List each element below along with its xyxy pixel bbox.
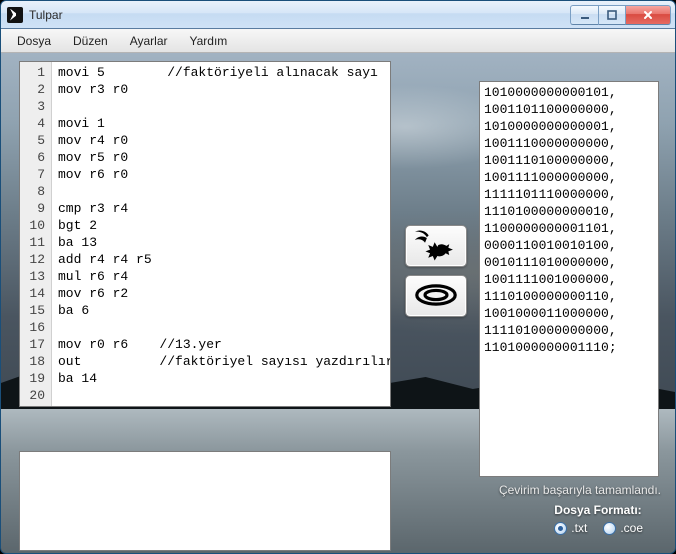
swirl-icon [413,279,459,314]
radio-coe-label: .coe [620,521,643,535]
compile-button[interactable] [405,225,467,267]
radio-txt-label: .txt [571,521,587,535]
radio-dot-icon [554,522,567,535]
radio-dot-icon [603,522,616,535]
window-title: Tulpar [29,8,570,22]
app-window: Tulpar Dosya Düzen Ayarlar Yardım 1 2 [0,0,676,554]
file-format-group: Dosya Formatı: .txt .coe [554,503,643,535]
close-button[interactable] [626,5,671,25]
minimize-button[interactable] [570,5,599,25]
menu-help[interactable]: Yardım [180,31,238,51]
menu-edit[interactable]: Düzen [63,31,118,51]
code-editor[interactable]: 1 2 3 4 5 6 7 8 9 10 11 12 13 14 15 16 1… [19,61,391,407]
menu-file[interactable]: Dosya [7,31,61,51]
titlebar[interactable]: Tulpar [1,1,675,29]
file-format-label: Dosya Formatı: [554,503,643,517]
maximize-button[interactable] [599,5,626,25]
menu-settings[interactable]: Ayarlar [120,31,178,51]
window-controls [570,5,671,25]
line-gutter: 1 2 3 4 5 6 7 8 9 10 11 12 13 14 15 16 1… [20,62,52,406]
menubar: Dosya Düzen Ayarlar Yardım [1,29,675,53]
pegasus-icon [413,229,459,264]
code-area[interactable]: movi 5 //faktöriyeli alınacak sayı mov r… [52,62,390,406]
convert-button[interactable] [405,275,467,317]
radio-txt[interactable]: .txt [554,521,587,535]
status-message: Çevirim başarıyla tamamlandı. [499,483,661,497]
console-panel[interactable] [19,451,391,551]
app-icon [7,7,23,23]
radio-coe[interactable]: .coe [603,521,643,535]
output-panel[interactable]: 1010000000000101, 1001101100000000, 1010… [479,81,659,477]
